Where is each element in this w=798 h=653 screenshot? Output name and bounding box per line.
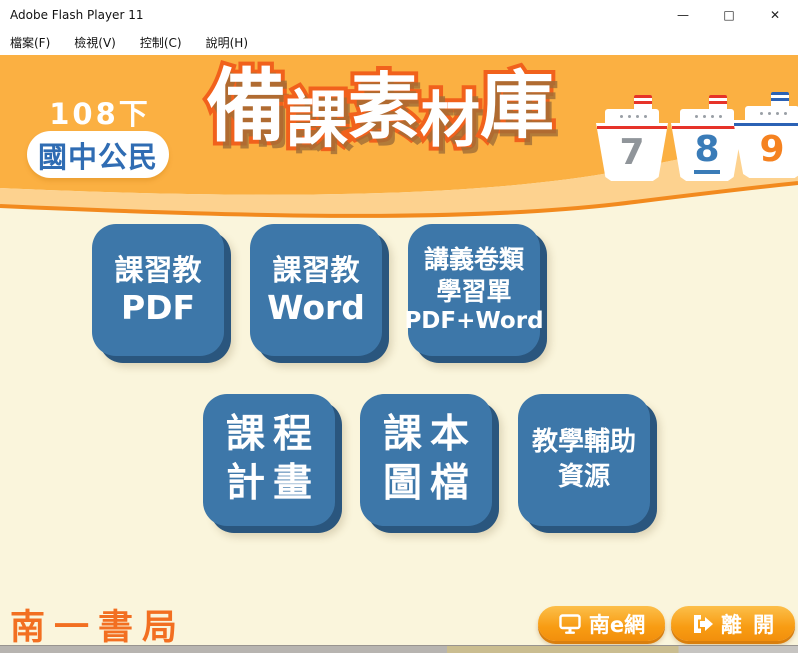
tile-textbook-pdf[interactable]: 課習教 PDF (92, 224, 224, 356)
tile-label: Word (267, 288, 365, 328)
subject-label: 國中公民 (38, 134, 158, 176)
tile-label: PDF (121, 288, 195, 328)
flash-stage: 108下 國中公民 備 課 素 材 庫 7 8 9 課習 (0, 55, 798, 645)
tile-label: 計畫 (218, 460, 320, 509)
title-char: 備 (206, 67, 286, 147)
tile-label: 圖檔 (375, 460, 477, 509)
title-char: 庫 (480, 69, 554, 143)
menubar: 檔案(F) 檢視(V) 控制(C) 說明(H) (0, 30, 798, 55)
nan-e-net-button[interactable]: 南e網 (538, 606, 665, 641)
minimize-button[interactable]: — (660, 0, 706, 30)
tile-label: 課程 (218, 411, 320, 460)
title-char: 材 (420, 91, 480, 151)
tile-label: 資源 (558, 460, 610, 495)
tile-label: 教學輔助 (532, 425, 636, 460)
page-title: 備 課 素 材 庫 (206, 59, 554, 139)
boat-cabin-icon (745, 106, 798, 121)
tile-label: 課本 (375, 411, 477, 460)
tile-handouts-worksheets[interactable]: 講義卷類 學習單 PDF+Word (408, 224, 540, 356)
menu-control[interactable]: 控制(C) (140, 34, 182, 51)
menu-view[interactable]: 檢視(V) (74, 34, 116, 51)
tile-curriculum-plan[interactable]: 課程 計畫 (203, 394, 335, 526)
window-titlebar: Adobe Flash Player 11 — □ ✕ (0, 0, 798, 30)
grade-8-number: 8 (694, 132, 719, 174)
grade-9-boat-tab[interactable]: 9 (733, 92, 798, 184)
tile-label: 學習單 (436, 276, 511, 307)
tile-label: PDF+Word (404, 307, 543, 336)
monitor-icon (558, 613, 582, 635)
window-controls: — □ ✕ (660, 0, 798, 30)
nan-e-net-label: 南e網 (589, 609, 645, 639)
boat-hull-icon: 9 (733, 120, 798, 178)
window-title: Adobe Flash Player 11 (10, 8, 143, 22)
tile-teaching-aids[interactable]: 教學輔助 資源 (518, 394, 650, 526)
publisher-logo: 南一書局 (10, 599, 186, 645)
grade-7-number: 7 (619, 135, 644, 171)
menu-file[interactable]: 檔案(F) (10, 34, 50, 51)
desktop-edge-strip (0, 645, 798, 653)
close-button[interactable]: ✕ (752, 0, 798, 30)
semester-label: 108下 (40, 91, 160, 133)
exit-button[interactable]: 離 開 (671, 606, 795, 641)
tile-textbook-images[interactable]: 課本 圖檔 (360, 394, 492, 526)
subject-badge: 國中公民 (27, 131, 169, 178)
boat-cabin-icon (680, 109, 734, 124)
title-char: 課 (286, 89, 348, 151)
exit-icon (690, 613, 714, 635)
title-char: 素 (348, 71, 420, 143)
grade-9-number: 9 (759, 132, 784, 168)
boat-hull-icon: 7 (596, 123, 668, 181)
tile-textbook-word[interactable]: 課習教 Word (250, 224, 382, 356)
exit-label: 離 開 (721, 609, 776, 639)
tile-label: 課習教 (272, 253, 359, 288)
tile-label: 課習教 (114, 253, 201, 288)
menu-help[interactable]: 說明(H) (206, 34, 248, 51)
maximize-button[interactable]: □ (706, 0, 752, 30)
tile-label: 講義卷類 (424, 244, 524, 275)
boat-cabin-icon (605, 109, 659, 124)
grade-7-boat-tab[interactable]: 7 (596, 95, 668, 187)
